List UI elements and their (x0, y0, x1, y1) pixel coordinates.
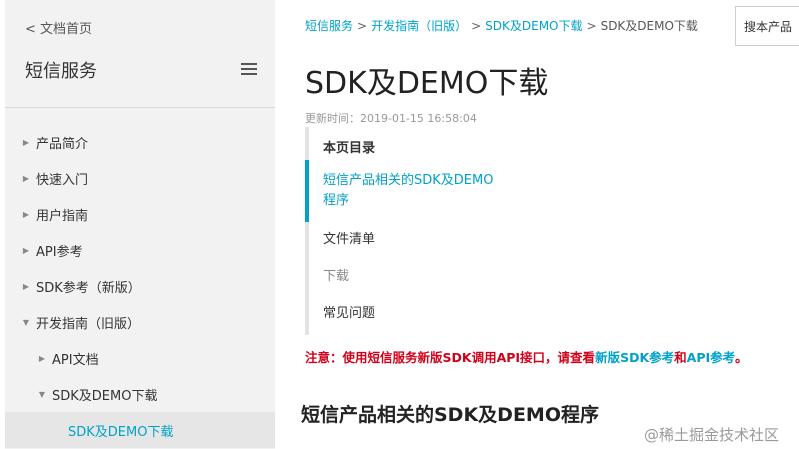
sidebar-item-label: 产品简介 (36, 136, 89, 152)
table-of-contents: 本页目录 短信产品相关的SDK及DEMO 程序 文件清单 下载 常见问题 (305, 127, 535, 335)
breadcrumb: 短信服务 > 开发指南（旧版） > SDK及DEMO下载 > SDK及DEMO下载 (305, 17, 698, 34)
sidebar-divider (5, 107, 275, 108)
breadcrumb-link-sdk-demo[interactable]: SDK及DEMO下载 (485, 19, 582, 33)
breadcrumb-link-sms[interactable]: 短信服务 (305, 19, 353, 33)
sidebar-item-quick-start[interactable]: ▶ 快速入门 (5, 160, 275, 196)
sidebar-item-label: 用户指南 (36, 208, 89, 224)
breadcrumb-current: SDK及DEMO下载 (600, 19, 698, 33)
sidebar-item-sdk-demo-download[interactable]: ▼ SDK及DEMO下载 (5, 376, 275, 412)
caret-right-icon: ▶ (38, 353, 46, 363)
sidebar-nav: ▶ 产品简介 ▶ 快速入门 ▶ 用户指南 ▶ API参考 ▶ SDK参考（新版）… (5, 124, 275, 448)
caret-right-icon: ▶ (22, 209, 30, 219)
sidebar-item-label: API文档 (52, 352, 99, 368)
caret-right-icon: ▶ (22, 245, 30, 255)
sidebar-item-product-intro[interactable]: ▶ 产品简介 (5, 124, 275, 160)
breadcrumb-separator: > (586, 19, 597, 33)
toc-item-label: 短信产品相关的SDK及DEMO (323, 173, 494, 188)
toc-item-faq[interactable]: 常见问题 (323, 304, 375, 324)
sidebar-item-sdk-reference-new[interactable]: ▶ SDK参考（新版） (5, 268, 275, 304)
toc-item-download[interactable]: 下载 (323, 267, 349, 287)
notice-link-api-ref[interactable]: API参考 (687, 350, 736, 365)
docs-home-link[interactable]: < 文档首页 (25, 18, 92, 37)
page-title: SDK及DEMO下载 (305, 66, 549, 101)
sidebar: < 文档首页 短信服务 ▶ 产品简介 ▶ 快速入门 ▶ 用户指南 ▶ API参考… (5, 0, 275, 449)
notice-prefix: 注意：使用短信服务新版SDK调用API接口，请查看 (305, 350, 596, 365)
sidebar-item-sdk-demo-download-page[interactable]: SDK及DEMO下载 (5, 412, 275, 448)
service-title: 短信服务 (25, 61, 97, 82)
update-time: 更新时间：2019-01-15 16:58:04 (305, 112, 477, 125)
sidebar-item-user-guide[interactable]: ▶ 用户指南 (5, 196, 275, 232)
caret-right-icon: ▶ (22, 137, 30, 147)
section-heading: 短信产品相关的SDK及DEMO程序 (301, 404, 599, 426)
sidebar-item-label: SDK及DEMO下载 (68, 424, 174, 440)
watermark: @稀土掘金技术社区 (644, 426, 780, 444)
caret-right-icon: ▶ (22, 281, 30, 291)
caret-down-icon: ▼ (22, 317, 30, 327)
notice-text: 注意：使用短信服务新版SDK调用API接口，请查看新版SDK参考和API参考。 (305, 347, 748, 366)
toc-item-sdk-demo[interactable]: 短信产品相关的SDK及DEMO 程序 (323, 171, 493, 211)
toc-active-indicator (305, 160, 309, 222)
sidebar-item-label: SDK及DEMO下载 (52, 388, 158, 404)
toc-item-file-list[interactable]: 文件清单 (323, 230, 375, 250)
sidebar-item-dev-guide-old[interactable]: ▼ 开发指南（旧版） (5, 304, 275, 340)
sidebar-item-api-reference[interactable]: ▶ API参考 (5, 232, 275, 268)
sidebar-item-label: SDK参考（新版） (36, 280, 141, 296)
sidebar-item-api-docs[interactable]: ▶ API文档 (5, 340, 275, 376)
notice-suffix: 。 (735, 350, 748, 365)
breadcrumb-link-dev-guide[interactable]: 开发指南（旧版） (371, 19, 467, 33)
caret-down-icon: ▼ (38, 389, 46, 399)
notice-link-new-sdk[interactable]: 新版SDK参考 (595, 350, 674, 365)
breadcrumb-separator: > (471, 19, 482, 33)
main-content: 短信服务 > 开发指南（旧版） > SDK及DEMO下载 > SDK及DEMO下载 SDK及… (301, 0, 799, 449)
sidebar-item-label: API参考 (36, 244, 83, 260)
caret-right-icon: ▶ (22, 173, 30, 183)
hamburger-icon[interactable] (241, 63, 257, 76)
notice-mid: 和 (674, 350, 687, 365)
toc-heading: 本页目录 (323, 141, 376, 156)
sidebar-item-label: 开发指南（旧版） (36, 316, 141, 332)
sidebar-item-label: 快速入门 (36, 172, 89, 188)
toc-item-label-cont: 程序 (323, 193, 350, 208)
breadcrumb-separator: > (357, 19, 368, 33)
